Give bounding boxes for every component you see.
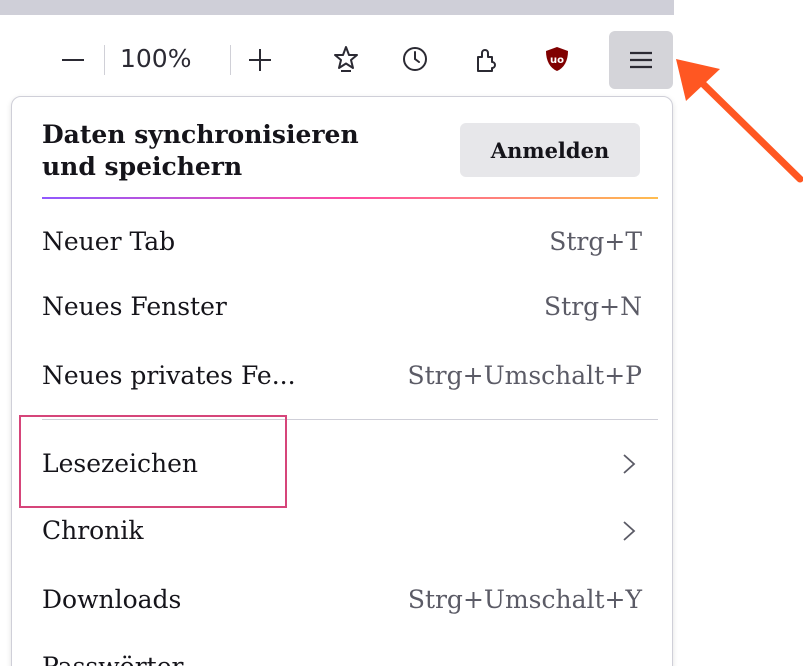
- window-top-strip: [0, 0, 674, 15]
- sign-in-button[interactable]: Anmelden: [460, 123, 640, 177]
- menu-item-new-tab[interactable]: Neuer Tab Strg+T: [42, 222, 642, 262]
- menu-item-label: Neuer Tab: [42, 227, 176, 256]
- annotation-arrow-icon: [676, 59, 803, 183]
- sync-heading-line: Daten synchronisieren: [42, 120, 359, 149]
- menu-item-shortcut: Strg+T: [549, 227, 642, 256]
- menu-item-new-private-window[interactable]: Neues privates Fe... Strg+Umschalt+P: [42, 356, 642, 396]
- history-clock-icon[interactable]: [398, 42, 432, 76]
- ublock-origin-icon[interactable]: uo: [540, 42, 574, 76]
- browser-toolbar: 100% uo: [0, 15, 680, 95]
- zoom-separator: [230, 45, 231, 75]
- menu-item-label: Downloads: [42, 585, 182, 614]
- menu-item-label: Passwörter: [42, 647, 183, 666]
- bookmark-star-icon[interactable]: [329, 42, 363, 76]
- sync-gradient-divider: [42, 197, 658, 199]
- menu-item-shortcut: Strg+Umschalt+P: [407, 361, 643, 390]
- zoom-separator: [104, 45, 105, 75]
- menu-item-shortcut: Strg+N: [544, 292, 642, 321]
- zoom-in-button[interactable]: [243, 42, 277, 76]
- menu-item-shortcut: Strg+Umschalt+Y: [407, 585, 642, 614]
- bookmarks-highlight-box: [19, 415, 287, 508]
- app-menu-panel: Daten synchronisieren und speichern Anme…: [11, 96, 673, 666]
- hamburger-menu-button[interactable]: [609, 31, 673, 89]
- menu-item-label: Neues privates Fe...: [42, 361, 296, 390]
- menu-item-passwords[interactable]: Passwörter: [42, 647, 642, 666]
- minus-icon: [62, 59, 84, 61]
- svg-text:uo: uo: [550, 55, 564, 66]
- zoom-level-button[interactable]: 100%: [120, 42, 191, 76]
- chevron-right-icon: [623, 454, 636, 474]
- menu-item-history[interactable]: Chronik: [42, 511, 642, 551]
- menu-item-downloads[interactable]: Downloads Strg+Umschalt+Y: [42, 580, 642, 620]
- sync-heading: Daten synchronisieren und speichern: [42, 119, 422, 183]
- menu-item-label: Chronik: [42, 516, 144, 545]
- screenshot-stage: 100% uo Daten synchronisieren und speich…: [0, 0, 803, 666]
- zoom-out-button[interactable]: [56, 42, 90, 76]
- extensions-puzzle-icon[interactable]: [469, 42, 503, 76]
- hamburger-menu-icon: [630, 51, 652, 69]
- chevron-right-icon: [623, 521, 636, 541]
- menu-item-new-window[interactable]: Neues Fenster Strg+N: [42, 287, 642, 327]
- sync-heading-line: und speichern: [42, 152, 243, 181]
- plus-icon: [249, 49, 271, 71]
- menu-item-label: Neues Fenster: [42, 292, 227, 321]
